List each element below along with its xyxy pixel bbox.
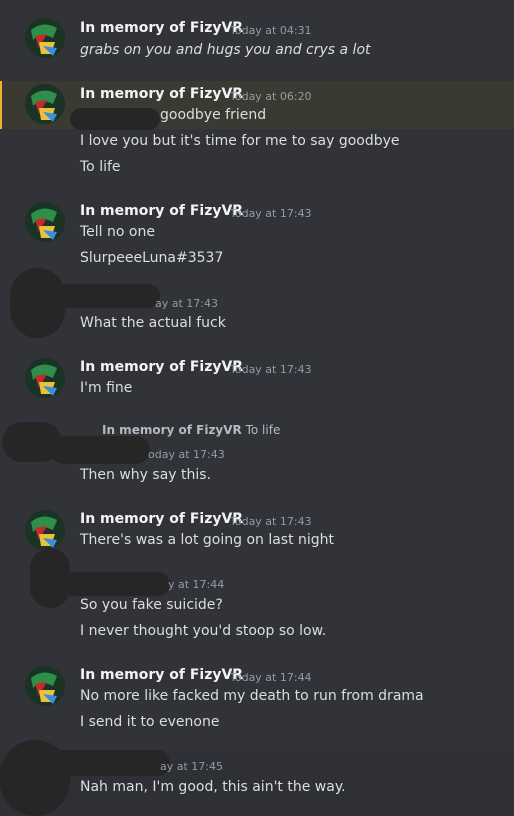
username[interactable]: In memory of FizyVR [80,359,243,375]
reply-username: In memory of FizyVR [102,423,242,437]
redaction-scribble [60,572,170,596]
timestamp: ay at 17:43 [155,297,218,310]
reply-preview[interactable]: In memory of FizyVR To life [102,423,280,437]
message-text: I love you but it's time for me to say g… [80,133,400,149]
message-text: I'm fine [80,380,133,396]
timestamp: Today at 06:20 [230,90,312,103]
timestamp: Today at 04:31 [230,24,312,37]
username[interactable]: In memory of FizyVR [80,511,243,527]
message-text: Then why say this. [80,467,212,483]
avatar[interactable] [25,666,65,706]
redaction-scribble [40,284,160,308]
username[interactable]: In memory of FizyVR [80,86,243,102]
reply-text: To life [245,423,281,437]
message-text: No more like facked my death to run from… [80,688,424,704]
avatar[interactable] [25,202,65,242]
message-text: I send it to evenone [80,714,220,730]
avatar[interactable] [25,510,65,550]
message-text: So you fake suicide? [80,597,223,613]
avatar[interactable] [25,18,65,58]
redaction-scribble [50,750,170,776]
message-text: To life [80,159,121,175]
timestamp: Today at 17:44 [230,671,312,684]
avatar[interactable] [25,358,65,398]
message-text: grabs on you and hugs you and crys a lot [80,42,371,58]
message-text: I never thought you'd stoop so low. [80,623,327,639]
timestamp: oday at 17:43 [148,448,225,461]
message-text: What the actual fuck [80,315,226,331]
message-text: SlurpeeeLuna#3537 [80,250,224,266]
message-text: Nah man, I'm good, this ain't the way. [80,779,346,795]
avatar[interactable] [25,84,65,124]
timestamp: Today at 17:43 [230,207,312,220]
timestamp: Today at 17:43 [230,363,312,376]
message-text: Tell no one [80,224,155,240]
username[interactable]: In memory of FizyVR [80,667,243,683]
timestamp: ay at 17:45 [160,760,223,773]
username[interactable]: In memory of FizyVR [80,20,243,36]
message-1[interactable]: In memory of FizyVR Today at 04:31 grabs… [0,0,514,78]
message-text: goodbye friend [160,107,267,123]
timestamp: Today at 17:43 [230,515,312,528]
message-text: There's was a lot going on last night [80,532,335,548]
redaction-scribble [70,108,160,130]
username[interactable]: In memory of FizyVR [80,203,243,219]
redaction-scribble [50,436,150,464]
timestamp: y at 17:44 [168,578,225,591]
